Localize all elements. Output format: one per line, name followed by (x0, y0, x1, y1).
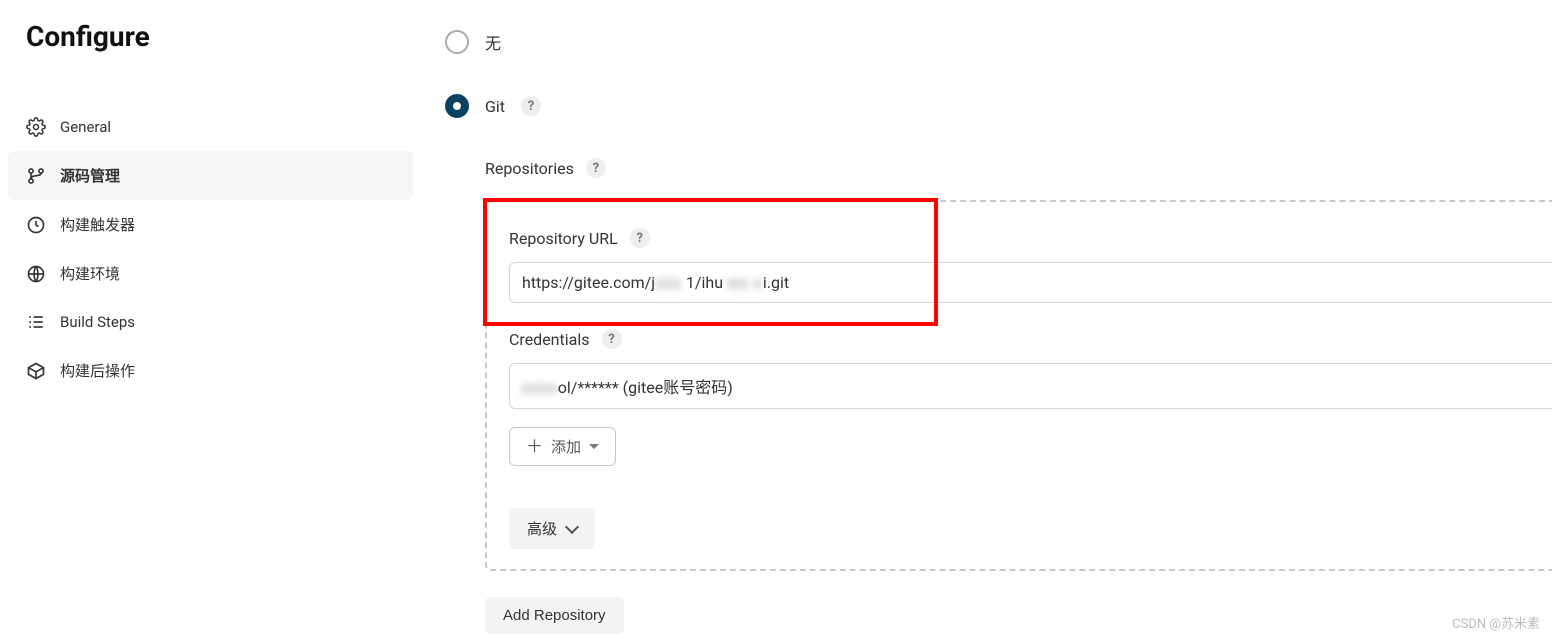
sidebar-item-triggers[interactable]: 构建触发器 (8, 200, 413, 249)
chevron-down-icon (565, 520, 579, 534)
steps-icon (26, 312, 46, 332)
advanced-label: 高级 (527, 518, 557, 539)
radio-option-none[interactable]: 无 (445, 30, 1552, 54)
sidebar: Configure General 源码管理 构建触发器 构建环境 Build … (8, 20, 413, 395)
sidebar-item-label: 构建环境 (60, 263, 120, 284)
sidebar-item-label: Build Steps (60, 313, 135, 331)
git-section: Repositories ? Repository URL ? https://… (485, 158, 1552, 634)
main-content: 无 Git ? Repositories ? Repository URL ? … (445, 30, 1552, 634)
credentials-label-row: Credentials ? (509, 329, 1552, 349)
add-repository-button[interactable]: Add Repository (485, 597, 624, 634)
sidebar-item-label: 构建后操作 (60, 360, 135, 381)
branch-icon (26, 166, 46, 186)
credentials-label: Credentials (509, 330, 590, 349)
sidebar-item-label: General (60, 118, 111, 136)
globe-icon (26, 264, 46, 284)
sidebar-item-postbuild[interactable]: 构建后操作 (8, 346, 413, 395)
help-icon[interactable]: ? (602, 329, 622, 349)
package-icon (26, 361, 46, 381)
help-icon[interactable]: ? (586, 158, 606, 178)
sidebar-item-label: 源码管理 (60, 165, 120, 186)
radio-option-git[interactable]: Git ? (445, 94, 1552, 118)
gear-icon (26, 117, 46, 137)
radio-icon[interactable] (445, 30, 469, 54)
watermark: CSDN @苏米素 (1452, 613, 1540, 632)
sidebar-item-general[interactable]: General (8, 103, 413, 151)
page-title: Configure (8, 20, 413, 53)
repository-url-input[interactable]: https://gitee.com/jxxx 1/ihu wx xi.git (509, 262, 1552, 303)
advanced-button[interactable]: 高级 (509, 508, 595, 549)
repositories-header: Repositories ? (485, 158, 1552, 178)
repository-panel: Repository URL ? https://gitee.com/jxxx … (485, 200, 1552, 571)
radio-icon-selected[interactable] (445, 94, 469, 118)
help-icon[interactable]: ? (630, 228, 650, 248)
repository-url-label: Repository URL (509, 229, 618, 248)
help-icon[interactable]: ? (521, 96, 541, 116)
credentials-select[interactable]: xxxxol/****** (gitee账号密码) (509, 363, 1552, 409)
repository-url-label-row: Repository URL ? (509, 228, 1552, 248)
clock-icon (26, 215, 46, 235)
add-repository-label: Add Repository (503, 607, 606, 624)
repositories-label: Repositories (485, 159, 574, 178)
add-repository-row: Add Repository (485, 597, 1552, 634)
sidebar-item-label: 构建触发器 (60, 214, 135, 235)
add-label: 添加 (551, 436, 581, 457)
sidebar-item-buildsteps[interactable]: Build Steps (8, 298, 413, 346)
radio-label: 无 (485, 30, 501, 54)
plus-icon: ＋ (526, 441, 543, 453)
sidebar-item-environment[interactable]: 构建环境 (8, 249, 413, 298)
radio-label: Git (485, 97, 505, 116)
sidebar-item-source[interactable]: 源码管理 (8, 151, 413, 200)
add-credentials-button[interactable]: ＋ 添加 (509, 427, 616, 466)
